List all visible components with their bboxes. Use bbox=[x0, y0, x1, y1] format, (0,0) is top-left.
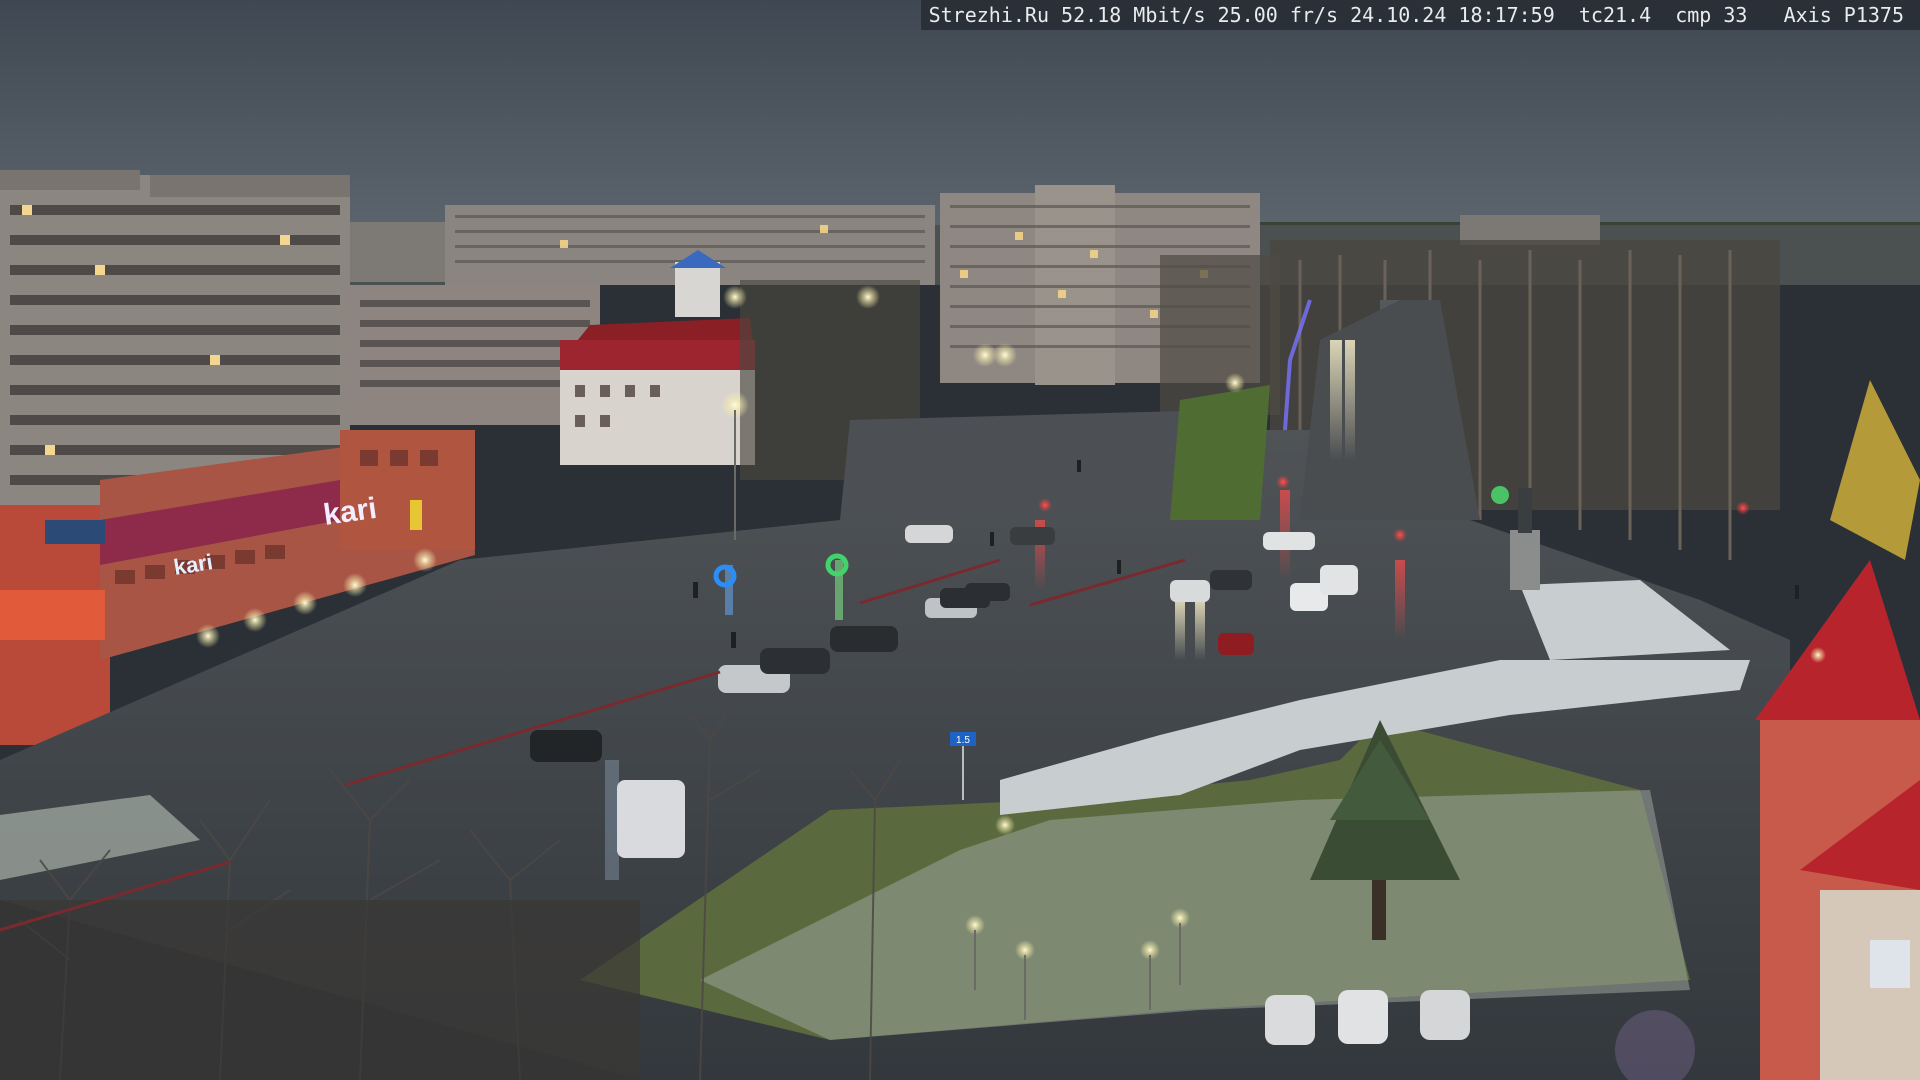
van bbox=[617, 780, 685, 858]
overlay-tc: tc21.4 bbox=[1578, 3, 1652, 27]
overlay-bitrate: 52.18 Mbit/s bbox=[1061, 3, 1206, 27]
overlay-datetime: 24.10.24 18:17:59 bbox=[1350, 3, 1555, 27]
store-sign-panel-left bbox=[45, 520, 105, 544]
monument-statue bbox=[1518, 488, 1532, 533]
city-square-scene: kari kari 1.5 bbox=[0, 0, 1920, 1080]
overlay-cmp: cmp 33 bbox=[1675, 3, 1748, 27]
monument-pedestal bbox=[1510, 530, 1540, 590]
overlay-site: Strezhi.Ru bbox=[928, 3, 1049, 27]
webcam-frame: kari kari 1.5 Strezhi.Ru 52.18 Mbit/s 25… bbox=[0, 0, 1920, 1080]
autumn-tree bbox=[1830, 380, 1920, 560]
overlay-camera: Axis P1375 bbox=[1783, 3, 1904, 27]
road-sign-number: 1.5 bbox=[956, 735, 970, 746]
median-grass bbox=[1170, 385, 1270, 520]
blue-roof-tower bbox=[675, 262, 720, 317]
overlay-framerate: 25.00 fr/s bbox=[1217, 3, 1339, 27]
camera-info-overlay: Strezhi.Ru 52.18 Mbit/s 25.00 fr/s 24.10… bbox=[920, 0, 1920, 30]
foreground-tree-mass bbox=[0, 900, 640, 1080]
